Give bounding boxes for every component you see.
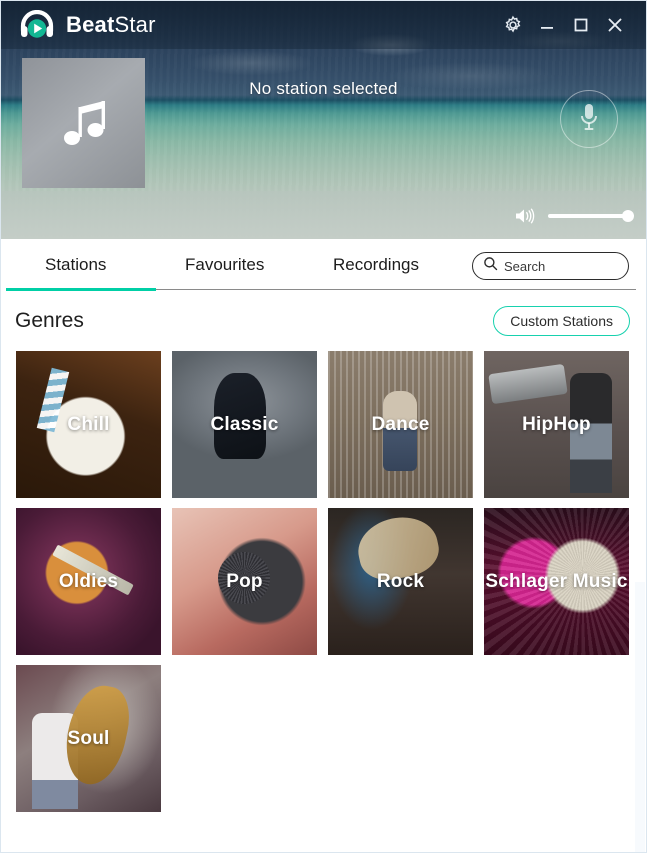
microphone-button[interactable] (560, 90, 618, 148)
title-bar: BeatStar (1, 1, 646, 49)
album-art-placeholder (22, 58, 145, 188)
volume-control (514, 207, 634, 225)
app-title-light: Star (114, 12, 156, 37)
genre-tile-soul[interactable]: Soul (16, 665, 161, 812)
genre-label: Classic (210, 413, 279, 435)
genre-tile-chill[interactable]: Chill (16, 351, 161, 498)
search-input[interactable] (504, 258, 614, 274)
maximize-button[interactable] (564, 8, 598, 42)
genre-tile-schlager-music[interactable]: Schlager Music (484, 508, 629, 655)
genre-tile-pop[interactable]: Pop (172, 508, 317, 655)
search-icon (483, 256, 504, 276)
genres-grid: Chill Classic Dance HipHop Oldies Pop Ro… (1, 351, 646, 812)
close-button[interactable] (598, 8, 632, 42)
genre-tile-oldies[interactable]: Oldies (16, 508, 161, 655)
search-box[interactable] (472, 252, 629, 280)
genre-label: HipHop (522, 413, 591, 435)
volume-slider-knob[interactable] (622, 210, 634, 222)
microphone-icon (578, 102, 600, 137)
minimize-button[interactable] (530, 8, 564, 42)
genre-label: Schlager Music (485, 570, 628, 592)
tab-recordings[interactable]: Recordings (327, 239, 425, 291)
headphones-play-logo-icon (19, 9, 55, 40)
tab-stations[interactable]: Stations (39, 239, 112, 291)
genre-label: Oldies (58, 570, 119, 592)
genre-tile-rock[interactable]: Rock (328, 508, 473, 655)
app-logo: BeatStar (19, 9, 156, 40)
genre-label: Rock (376, 570, 425, 592)
window-controls (496, 8, 632, 42)
app-title: BeatStar (66, 12, 156, 38)
genre-label: Chill (67, 413, 110, 435)
tab-bar-divider (156, 289, 636, 290)
speaker-volume-icon[interactable] (514, 207, 536, 225)
custom-stations-button[interactable]: Custom Stations (493, 306, 630, 336)
content-scrollbar[interactable] (635, 582, 645, 852)
genre-tile-classic[interactable]: Classic (172, 351, 317, 498)
music-note-icon (58, 95, 110, 151)
stations-content-panel: Genres Custom Stations Chill Classic Dan… (1, 291, 646, 852)
player-hero: BeatStar No station selected (1, 1, 646, 239)
genre-tile-dance[interactable]: Dance (328, 351, 473, 498)
app-title-bold: Beat (66, 12, 115, 37)
beatstar-window: BeatStar No station selected Stations Fa… (0, 0, 647, 853)
now-playing-label: No station selected (249, 79, 398, 98)
settings-button[interactable] (496, 8, 530, 42)
genres-heading: Genres (15, 309, 84, 332)
genre-label: Pop (226, 570, 263, 592)
genre-tile-hiphop[interactable]: HipHop (484, 351, 629, 498)
volume-slider[interactable] (548, 210, 634, 222)
genre-label: Dance (371, 413, 430, 435)
genre-label: Soul (67, 727, 110, 749)
content-header: Genres Custom Stations (1, 291, 646, 351)
tab-favourites[interactable]: Favourites (179, 239, 270, 291)
